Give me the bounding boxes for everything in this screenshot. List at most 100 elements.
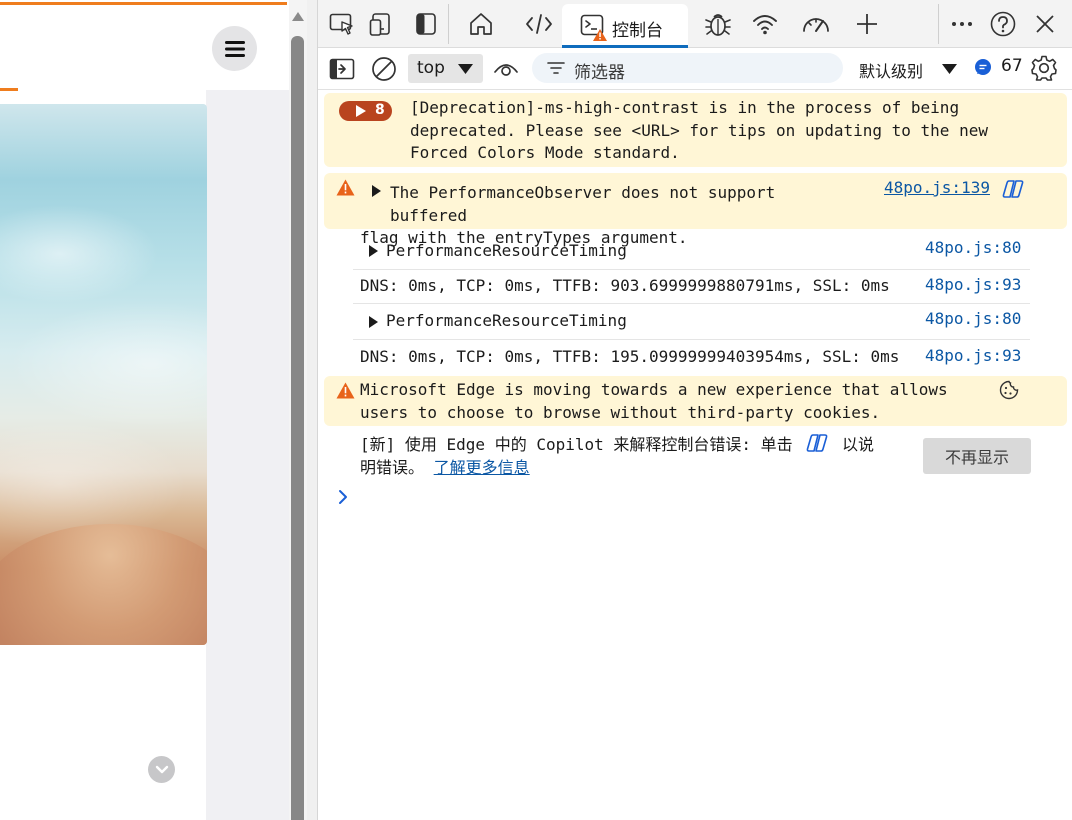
message-bubble-icon <box>975 59 991 75</box>
cookie-icon[interactable] <box>999 380 1019 400</box>
row-divider <box>353 269 1030 270</box>
copilot-icon <box>806 434 828 452</box>
tab-elements[interactable] <box>523 8 555 40</box>
hero-image <box>0 104 207 645</box>
nav-active-indicator <box>0 88 18 91</box>
message-line: The PerformanceObserver does not support… <box>390 183 776 225</box>
devtools-panel: 控制台 top 筛选器 默认级别 67 8 [Deprecation]-ms-h… <box>318 0 1072 820</box>
help-button[interactable] <box>987 8 1019 40</box>
more-horizontal-icon <box>952 22 972 26</box>
expand-triangle-icon <box>356 105 366 117</box>
copilot-hint-text: 明错误。 <box>360 457 425 477</box>
source-link[interactable]: 48po.js:93 <box>925 346 1021 365</box>
copilot-hint-line2: 明错误。 了解更多信息 <box>360 457 920 480</box>
show-console-sidebar-button[interactable] <box>326 53 358 85</box>
page-scrollbar[interactable] <box>289 0 307 820</box>
row-divider <box>353 339 1030 340</box>
console-sidebar-icon <box>329 58 355 80</box>
tab-network[interactable] <box>749 8 781 40</box>
sidebar-icon <box>416 13 436 35</box>
tabbar-separator <box>938 4 939 44</box>
console-warning-icon <box>580 14 607 41</box>
inspect-element-button[interactable] <box>326 8 358 40</box>
context-selector[interactable]: top <box>408 54 483 83</box>
devtools-splitter[interactable] <box>307 0 318 820</box>
scrollbar-thumb[interactable] <box>291 36 304 820</box>
message-line: Microsoft Edge is moving towards a new e… <box>360 380 948 399</box>
more-options-button[interactable] <box>946 8 978 40</box>
toggle-sidebar-button[interactable] <box>410 8 442 40</box>
object-preview[interactable]: PerformanceResourceTiming <box>386 310 627 333</box>
gear-icon <box>1031 55 1057 81</box>
message-line: [Deprecation]-ms-high-contrast is in the… <box>410 98 960 117</box>
source-link[interactable]: 48po.js:93 <box>925 275 1021 294</box>
inspect-icon <box>329 13 353 35</box>
tab-performance[interactable] <box>800 8 832 40</box>
message-repeat-badge[interactable]: 8 <box>339 101 392 121</box>
context-selector-value: top <box>417 58 445 78</box>
tabbar-separator <box>448 4 449 44</box>
learn-more-link[interactable]: 了解更多信息 <box>434 458 530 477</box>
copilot-hint-line1: [新] 使用 Edge 中的 Copilot 来解释控制台错误: 单击 以说 <box>360 433 920 457</box>
live-expression-button[interactable] <box>490 53 522 85</box>
scroll-up-arrow-icon[interactable] <box>292 12 304 21</box>
chevron-right-icon <box>339 490 347 504</box>
message-line: users to choose to browse without third-… <box>360 402 881 422</box>
console-prompt[interactable] <box>337 488 357 510</box>
console-message-deprecation[interactable]: 8 [Deprecation]-ms-high-contrast is in t… <box>324 93 1067 167</box>
filter-icon <box>547 62 565 74</box>
plus-icon <box>857 14 877 34</box>
log-levels-dropdown[interactable]: 默认级别 <box>859 58 957 82</box>
help-icon <box>990 11 1016 37</box>
home-icon <box>470 13 492 35</box>
code-icon <box>526 14 552 34</box>
page-header <box>0 0 290 91</box>
bug-icon <box>705 14 731 36</box>
console-settings-button[interactable] <box>1028 52 1060 84</box>
device-icon <box>369 13 390 36</box>
filter-placeholder: 筛选器 <box>574 63 625 83</box>
tab-console[interactable]: 控制台 <box>562 4 688 48</box>
clear-console-button[interactable] <box>368 53 400 85</box>
copilot-icon[interactable] <box>1002 179 1024 199</box>
copilot-hint-text: 以说 <box>841 435 874 454</box>
expand-triangle-icon[interactable] <box>369 316 378 328</box>
issues-button[interactable] <box>970 54 996 80</box>
scroll-down-button[interactable] <box>148 756 175 783</box>
message-text: [Deprecation]-ms-high-contrast is in the… <box>410 97 988 165</box>
source-link[interactable]: 48po.js:80 <box>925 309 1021 328</box>
issues-count: 67 <box>1001 56 1023 76</box>
copilot-hint-text: [新] 使用 Edge 中的 Copilot 来解释控制台错误: 单击 <box>360 435 793 454</box>
row-divider <box>353 303 1030 304</box>
console-message-warning[interactable]: The PerformanceObserver does not support… <box>324 173 1067 247</box>
close-icon <box>1036 15 1054 33</box>
clear-icon <box>372 57 396 81</box>
expand-triangle-icon[interactable] <box>369 245 378 257</box>
warning-icon <box>336 179 355 196</box>
object-preview[interactable]: PerformanceResourceTiming <box>386 240 627 263</box>
log-levels-label: 默认级别 <box>859 62 924 81</box>
dont-show-again-button[interactable]: 不再显示 <box>923 438 1031 474</box>
close-devtools-button[interactable] <box>1029 8 1061 40</box>
log-text: DNS: 0ms, TCP: 0ms, TTFB: 195.0999999940… <box>360 347 900 366</box>
warning-icon <box>336 382 355 399</box>
dropdown-arrow-icon <box>942 64 957 74</box>
source-link[interactable]: 48po.js:139 <box>884 178 990 197</box>
source-link[interactable]: 48po.js:80 <box>925 238 1021 257</box>
tab-welcome[interactable] <box>465 8 497 40</box>
hamburger-menu-button[interactable] <box>212 26 257 71</box>
message-text: Microsoft Edge is moving towards a new e… <box>360 379 948 424</box>
filter-input[interactable]: 筛选器 <box>532 53 843 83</box>
tab-sources[interactable] <box>702 8 734 40</box>
repeat-count: 8 <box>375 102 385 118</box>
gauge-icon <box>803 18 829 32</box>
device-emulation-button[interactable] <box>366 8 398 40</box>
eye-icon <box>494 64 518 76</box>
add-tab-button[interactable] <box>851 8 883 40</box>
message-line: Forced Colors Mode standard. <box>410 143 680 162</box>
console-message-warning[interactable]: Microsoft Edge is moving towards a new e… <box>324 376 1067 426</box>
sand-dune <box>0 524 207 645</box>
wifi-icon <box>753 15 777 35</box>
header-accent-line <box>0 2 287 5</box>
tab-console-label: 控制台 <box>612 21 663 41</box>
